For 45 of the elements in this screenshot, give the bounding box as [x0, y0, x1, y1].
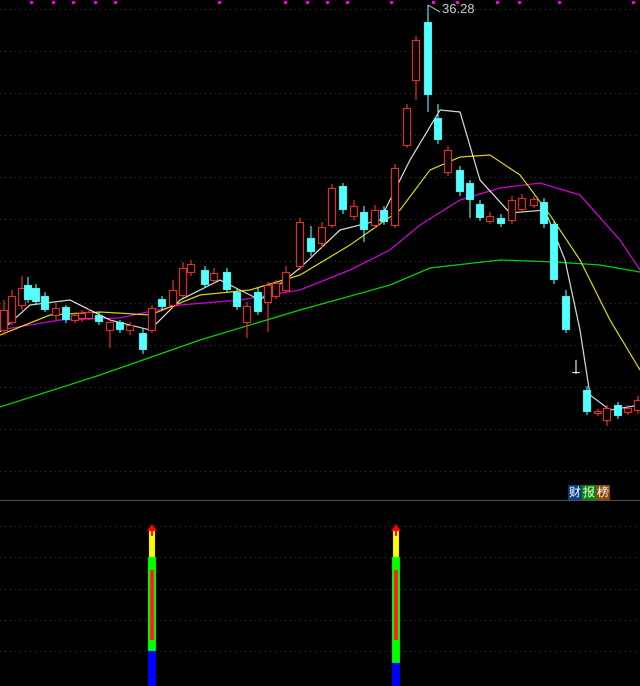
leader-line [428, 4, 440, 12]
candlestick [550, 220, 558, 284]
high-price-label: 36.28 [442, 1, 475, 17]
candlestick [540, 198, 548, 228]
candlestick [223, 268, 231, 294]
candlestick [583, 386, 591, 416]
candlestick [328, 184, 336, 228]
badge-char[interactable]: 报 [582, 485, 596, 500]
candlestick [434, 104, 442, 144]
candlestick [486, 212, 494, 224]
candlestick [350, 200, 358, 220]
candlestick [296, 218, 304, 270]
candlestick [318, 222, 326, 248]
candlestick [339, 182, 347, 214]
candlestick [497, 214, 505, 228]
candlestick [126, 322, 134, 336]
badge-char[interactable]: 财 [568, 485, 582, 500]
candlestick [614, 402, 622, 420]
candlestick [158, 296, 166, 310]
candlestick [233, 288, 241, 310]
candlestick [456, 166, 464, 196]
candlestick [634, 396, 640, 414]
candlestick [243, 302, 251, 338]
candlestick [624, 404, 632, 416]
candlestick [412, 36, 420, 100]
candlestick [282, 266, 290, 294]
candlestick [307, 226, 315, 256]
badge-char[interactable]: 榜 [596, 485, 610, 500]
candlestick [476, 200, 484, 222]
candlestick [562, 290, 570, 334]
candlestick [530, 196, 538, 208]
candlestick [169, 280, 177, 308]
candlestick [116, 320, 124, 334]
candlestick [466, 180, 474, 218]
candlestick [254, 288, 262, 316]
candlestick [106, 318, 114, 348]
candlestick [95, 312, 103, 326]
candlestick [52, 302, 60, 320]
candlestick [572, 360, 580, 374]
candlestick [403, 104, 411, 148]
candlestick [444, 146, 452, 176]
candlestick [360, 206, 368, 242]
candlestick [508, 196, 516, 224]
candlestick [391, 164, 399, 228]
candlestick [518, 194, 526, 212]
